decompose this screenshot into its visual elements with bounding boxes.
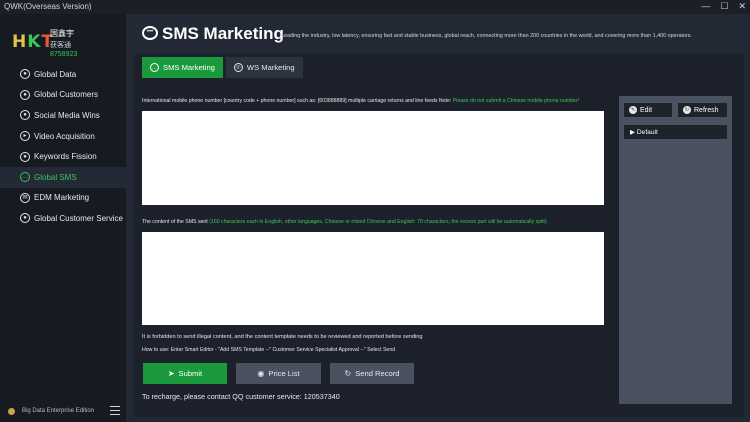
- edition-label: Big Data Enterprise Edition: [22, 408, 95, 414]
- edit-icon: ✎: [629, 106, 637, 114]
- mail-icon: ✉: [20, 192, 30, 203]
- chat-bubble-icon: …: [150, 63, 159, 72]
- sidebar: HKT 国鑫宇 获客通 8758923 ● Global Data ● Glob…: [0, 14, 126, 422]
- refresh-button[interactable]: ↻ Refresh: [678, 103, 727, 117]
- minimize-button[interactable]: —: [701, 1, 710, 12]
- sidebar-item-label: Global Customers: [34, 90, 99, 100]
- tab-label: WS Marketing: [246, 63, 295, 72]
- close-button[interactable]: ✕: [738, 1, 746, 12]
- brand-line2: 获客通: [50, 42, 71, 49]
- recharge-note: To recharge, please contact QQ customer …: [142, 392, 340, 401]
- sidebar-nav: ● Global Data ● Global Customers ● Socia…: [0, 64, 126, 229]
- users-icon: ●: [20, 89, 30, 100]
- whatsapp-icon: ✆: [233, 63, 243, 72]
- headset-icon: ●: [20, 213, 30, 224]
- window-controls: — ☐ ✕: [701, 1, 746, 12]
- expand-arrow-icon: ▶: [630, 129, 637, 136]
- window-title: QWK(Overseas Version): [4, 2, 92, 11]
- tab-bar: … SMS Marketing ✆ WS Marketing: [142, 57, 303, 78]
- edit-button[interactable]: ✎ Edit: [624, 103, 672, 117]
- sidebar-item-label: Global Data: [34, 69, 77, 79]
- sidebar-item-global-sms[interactable]: … Global SMS: [0, 166, 126, 188]
- sidebar-footer: Big Data Enterprise Edition: [0, 400, 126, 422]
- hkt-logo: HKT: [12, 32, 55, 52]
- sidebar-item-video-acquisition[interactable]: ▸ Video Acquisition: [0, 126, 126, 147]
- sidebar-item-global-customer-service[interactable]: ● Global Customer Service: [0, 208, 126, 229]
- sidebar-item-label: Global SMS: [34, 172, 77, 182]
- sidebar-item-label: Keywords Fission: [34, 152, 97, 162]
- sms-content-input[interactable]: [142, 232, 604, 325]
- phone-field-label: International mobile phone number [count…: [142, 98, 580, 104]
- sidebar-item-global-customers[interactable]: ● Global Customers: [0, 85, 126, 106]
- send-record-button[interactable]: ↻ Send Record: [330, 363, 414, 384]
- video-icon: ▸: [20, 131, 30, 142]
- content-field-note: (160 characters each in English, other l…: [209, 219, 547, 225]
- sidebar-item-label: EDM Marketing: [34, 193, 90, 203]
- brand-line1: 国鑫宇: [50, 29, 74, 38]
- page-header: ••• SMS Marketing Leading the industry, …: [126, 18, 750, 50]
- sidebar-item-global-data[interactable]: ● Global Data: [0, 64, 126, 85]
- price-icon: ◉: [257, 369, 265, 378]
- template-panel: ✎ Edit ↻ Refresh ▶ Default: [619, 96, 732, 404]
- sms-panel: … SMS Marketing ✆ WS Marketing Internati…: [134, 54, 744, 418]
- tab-sms-marketing[interactable]: … SMS Marketing: [142, 57, 223, 78]
- submit-label: Submit: [178, 369, 203, 378]
- tab-label: SMS Marketing: [163, 63, 215, 72]
- refresh-icon: ↻: [683, 106, 691, 114]
- maximize-button[interactable]: ☐: [720, 1, 728, 12]
- refresh-label: Refresh: [694, 106, 719, 114]
- usage-instructions: How to use: Enter Smart Editor - "Add SM…: [142, 347, 396, 353]
- template-tree-item-default[interactable]: ▶ Default: [624, 125, 727, 139]
- edition-icon: [8, 407, 15, 415]
- share-icon: ●: [20, 110, 30, 121]
- history-icon: ↻: [344, 369, 352, 378]
- content-field-label: The content of the SMS sent (160 charact…: [142, 219, 547, 225]
- phone-numbers-input[interactable]: [142, 111, 604, 205]
- phone-field-note: Please do not submit a Chinese mobile ph…: [452, 98, 580, 104]
- sidebar-item-label: Social Media Wins: [34, 110, 100, 120]
- chat-bubble-icon: •••: [142, 26, 158, 40]
- title-bar: QWK(Overseas Version) — ☐ ✕: [0, 0, 750, 14]
- globe-icon: ●: [20, 69, 30, 80]
- content-warning: It is forbidden to send illegal content,…: [142, 334, 423, 340]
- brand-info: 国鑫宇 获客通 8758923: [50, 28, 110, 58]
- page-subtitle: Leading the industry, low latency, ensur…: [281, 33, 692, 39]
- send-icon: ➤: [167, 369, 175, 378]
- send-record-label: Send Record: [355, 369, 400, 378]
- hamburger-menu-icon[interactable]: [110, 406, 120, 415]
- template-item-label: Default: [636, 128, 658, 136]
- tab-ws-marketing[interactable]: ✆ WS Marketing: [225, 57, 303, 78]
- submit-button[interactable]: ➤ Submit: [143, 363, 227, 384]
- sidebar-item-label: Video Acquisition: [34, 131, 95, 141]
- key-icon: ●: [20, 151, 30, 162]
- sms-icon: …: [20, 172, 30, 183]
- edit-label: Edit: [640, 106, 653, 114]
- sidebar-item-keywords-fission[interactable]: ● Keywords Fission: [0, 146, 126, 167]
- brand-number: 8758923: [50, 51, 78, 58]
- sidebar-item-edm-marketing[interactable]: ✉ EDM Marketing: [0, 188, 126, 209]
- page-title: SMS Marketing: [162, 24, 284, 43]
- sidebar-item-social-media-wins[interactable]: ● Social Media Wins: [0, 105, 126, 126]
- main-content: ••• SMS Marketing Leading the industry, …: [126, 14, 750, 422]
- sidebar-item-label: Global Customer Service: [34, 213, 123, 223]
- price-list-button[interactable]: ◉ Price List: [236, 363, 321, 384]
- price-list-label: Price List: [268, 369, 300, 378]
